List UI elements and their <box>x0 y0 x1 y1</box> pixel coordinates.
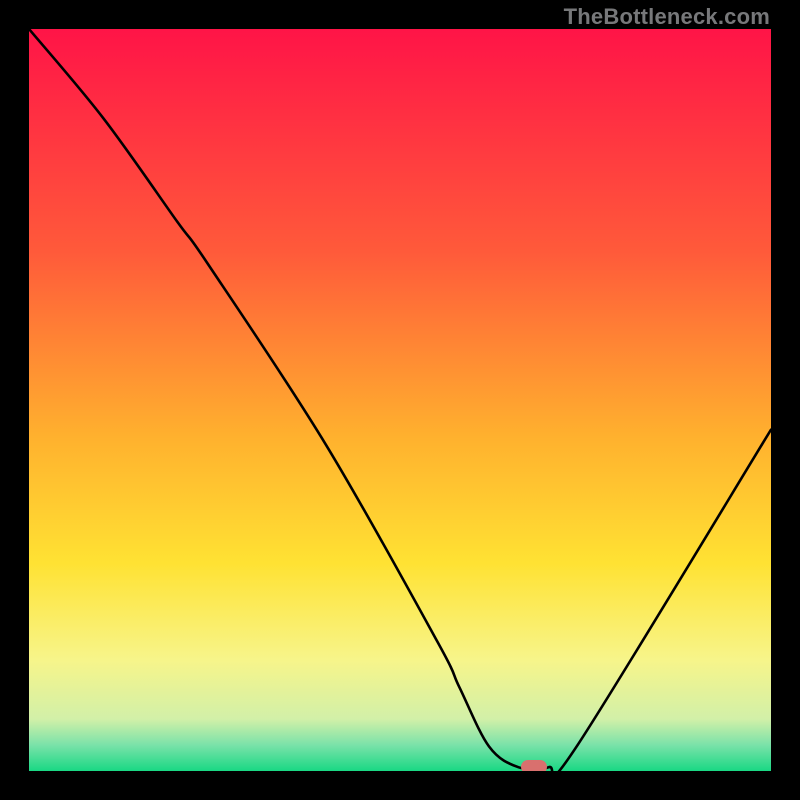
watermark-label: TheBottleneck.com <box>564 4 770 30</box>
plot-area <box>29 29 771 771</box>
chart-frame: TheBottleneck.com <box>0 0 800 800</box>
background-gradient <box>29 29 771 771</box>
